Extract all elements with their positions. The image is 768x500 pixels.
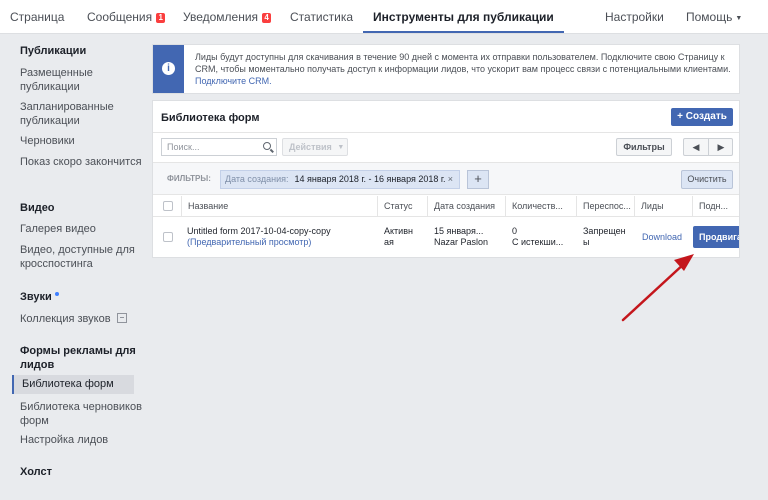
new-dot-icon	[54, 292, 59, 296]
column-header-name[interactable]: Название	[181, 196, 377, 217]
notice-text: Лиды будут доступны для скачивания в теч…	[195, 51, 735, 87]
status-text: Активн	[384, 226, 413, 236]
tab-publishing-tools[interactable]: Инструменты для публикации	[363, 0, 564, 33]
messages-badge: 1	[156, 13, 165, 23]
form-name-cell: Untitled form 2017-10-04-copy-copy (Пред…	[187, 226, 375, 248]
sidebar-item-draft-forms-library[interactable]: Библиотека черновиков форм	[20, 400, 142, 428]
resend-cell: Запрещен ы	[583, 226, 633, 248]
active-filters-bar: ФИЛЬТРЫ: Дата создания: 14 января 2018 г.…	[153, 162, 739, 195]
sidebar-heading-lead-ads: Формы рекламы для лидов	[20, 345, 136, 371]
sidebar-item-sound-collection-label: Коллекция звуков	[20, 313, 111, 325]
panel-title: Библиотека форм	[161, 112, 260, 124]
search-box	[161, 138, 277, 156]
external-link-icon	[116, 313, 127, 323]
tab-statistics-label: Статистика	[290, 10, 354, 24]
sidebar-heading-canvas: Холст	[20, 466, 52, 478]
tab-notifications[interactable]: Уведомления 4	[183, 0, 271, 34]
forms-library-panel: Библиотека форм + Создать Действия ▼ Фил…	[152, 100, 740, 258]
pagination: ◀ ▶	[683, 138, 733, 156]
notice-body: Лиды будут доступны для скачивания в теч…	[195, 52, 731, 74]
search-icon[interactable]	[263, 142, 271, 150]
status-text-cont: ая	[384, 237, 394, 247]
promote-button[interactable]: Продвигать	[693, 226, 739, 248]
count-value: 0	[512, 226, 518, 236]
search-input[interactable]	[162, 139, 258, 155]
column-header-created[interactable]: Дата создания	[427, 196, 505, 217]
preview-link[interactable]: Предварительный просмотр	[190, 237, 308, 247]
chevron-down-icon: ▼	[337, 144, 345, 151]
count-cell: 0 С истекши...	[512, 226, 576, 248]
date-filter-chip[interactable]: Дата создания: 14 января 2018 г. - 16 янв…	[220, 170, 460, 189]
add-filter-button[interactable]: +	[467, 170, 489, 189]
status-cell: Активн ая	[384, 226, 426, 248]
tab-publishing-tools-label: Инструменты для публикации	[373, 10, 554, 24]
actions-dropdown[interactable]: Действия ▼	[282, 138, 348, 156]
sidebar-item-sound-collection[interactable]: Коллекция звуков	[20, 312, 142, 326]
column-header-resend[interactable]: Переспос...	[576, 196, 634, 217]
top-navigation: Страница Сообщения 1 Уведомления 4 Стати…	[0, 0, 768, 34]
sidebar-item-crossposting-videos[interactable]: Видео, доступные для кросспостинга	[20, 243, 142, 271]
resend-value-cont: ы	[583, 237, 590, 247]
sidebar-item-leads-settings[interactable]: Настройка лидов	[20, 433, 142, 447]
sidebar-heading-video: Видео	[20, 202, 55, 214]
next-page-icon[interactable]: ▶	[709, 140, 733, 154]
table-header: Название Статус Дата создания Количеств.…	[153, 196, 739, 217]
filter-chip-value: 14 января 2018 г. - 16 января 2018 г.	[294, 174, 446, 184]
sidebar-item-drafts[interactable]: Черновики	[20, 134, 142, 148]
notifications-badge: 4	[262, 13, 271, 23]
help-menu[interactable]: Помощь ▼	[686, 0, 742, 34]
select-all-checkbox[interactable]	[163, 201, 173, 211]
tab-page[interactable]: Страница	[10, 0, 64, 34]
sidebar-heading-publications: Публикации	[20, 45, 87, 57]
filter-chip-key: Дата создания:	[225, 174, 289, 184]
remove-filter-icon[interactable]: ×	[448, 171, 453, 188]
resend-value: Запрещен	[583, 226, 626, 236]
sidebar-heading-sounds-label: Звуки	[20, 291, 52, 303]
notice-strip: i	[153, 45, 184, 93]
tab-statistics[interactable]: Статистика	[290, 0, 353, 34]
sidebar-item-forms-library[interactable]: Библиотека форм	[12, 375, 134, 394]
tab-notifications-label: Уведомления	[183, 10, 259, 24]
connect-crm-link[interactable]: Подключите CRM.	[195, 76, 272, 86]
created-date: 15 января...	[434, 226, 484, 236]
tab-page-label: Страница	[10, 10, 65, 24]
column-header-leads[interactable]: Лиды	[634, 196, 692, 217]
filters-label: ФИЛЬТРЫ:	[167, 174, 211, 183]
arrow-shaft	[621, 260, 688, 322]
created-by: Nazar Paslon	[434, 237, 489, 247]
sidebar-item-published-posts[interactable]: Размещенные публикации	[20, 66, 142, 94]
column-header-promote[interactable]: Подн...	[692, 196, 739, 217]
sidebar-item-expiring-soon[interactable]: Показ скоро закончится	[20, 155, 142, 169]
settings-link[interactable]: Настройки	[605, 0, 664, 34]
divider	[153, 132, 739, 133]
create-form-button[interactable]: + Создать	[671, 108, 733, 126]
form-preview: (Предварительный просмотр)	[187, 237, 312, 247]
count-note: С истекши...	[512, 237, 564, 247]
prev-page-icon[interactable]: ◀	[684, 140, 708, 154]
info-icon: i	[162, 62, 175, 75]
sidebar-heading-sounds: Звуки	[20, 290, 59, 304]
created-cell: 15 января... Nazar Paslon	[434, 226, 504, 248]
crm-info-notice: i Лиды будут доступны для скачивания в т…	[152, 44, 740, 94]
row-checkbox[interactable]	[163, 232, 173, 242]
clear-filters-button[interactable]: Очистить	[681, 170, 733, 189]
settings-label: Настройки	[605, 10, 664, 24]
sidebar-item-video-library[interactable]: Галерея видео	[20, 222, 142, 236]
filters-button[interactable]: Фильтры	[616, 138, 672, 156]
download-leads-link[interactable]: Download	[642, 232, 692, 243]
sidebar-item-scheduled-posts[interactable]: Запланированные публикации	[20, 100, 142, 128]
dropdown-caret-icon: ▼	[735, 15, 743, 22]
tab-messages-label: Сообщения	[87, 10, 153, 24]
column-header-status[interactable]: Статус	[377, 196, 427, 217]
tab-messages[interactable]: Сообщения 1	[87, 0, 165, 34]
form-name[interactable]: Untitled form 2017-10-04-copy-copy	[187, 226, 375, 237]
help-label: Помощь	[686, 10, 733, 24]
column-header-count[interactable]: Количеств...	[505, 196, 576, 217]
actions-label: Действия	[289, 142, 332, 152]
table-row: Untitled form 2017-10-04-copy-copy (Пред…	[153, 218, 739, 257]
